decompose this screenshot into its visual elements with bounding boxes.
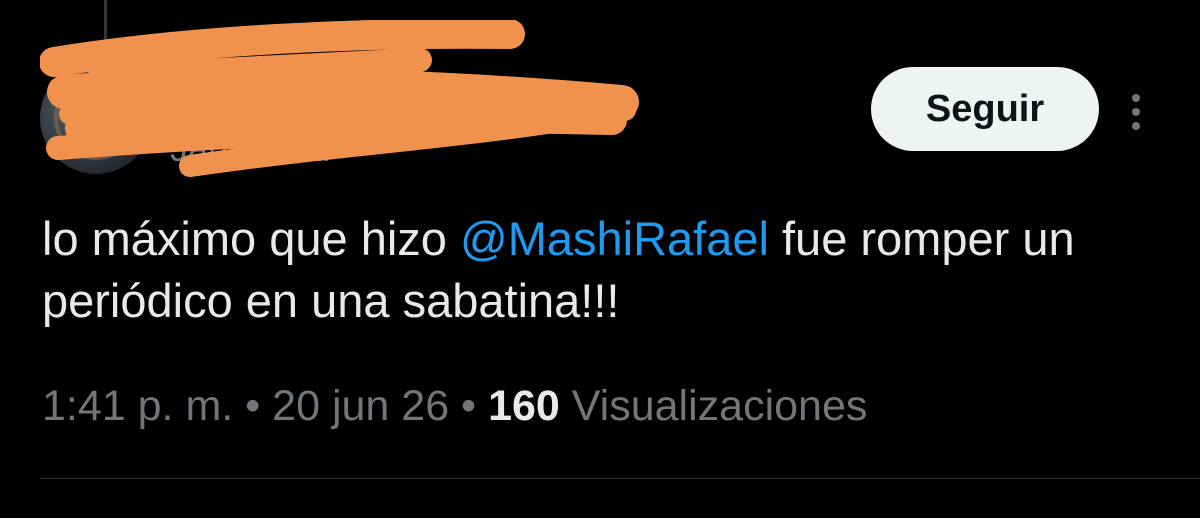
thread-connector-line <box>104 0 107 40</box>
avatar-image <box>54 76 138 160</box>
views-count[interactable]: 160 <box>488 382 560 430</box>
avatar[interactable] <box>40 62 152 174</box>
tweet-text-start: lo máximo que hizo <box>42 212 460 265</box>
tweet-metadata: 1:41 p. m. • 20 jun 26 • 160 Visualizaci… <box>42 382 867 431</box>
follow-button[interactable]: Seguir <box>871 67 1099 151</box>
mention-link[interactable]: @MashiRafael <box>460 212 769 265</box>
meta-separator: • <box>449 382 489 430</box>
divider <box>40 478 1200 479</box>
tweet-time[interactable]: 1:41 p. m. <box>42 382 233 430</box>
author-username[interactable]: JanetYbar <box>170 128 334 170</box>
more-options-button[interactable] <box>1118 82 1154 142</box>
author-display-name[interactable]: iri <box>170 70 208 115</box>
tweet-text: lo máximo que hizo @MashiRafael fue romp… <box>42 208 1162 332</box>
views-label[interactable]: Visualizaciones <box>572 382 868 430</box>
meta-separator: • <box>233 382 273 430</box>
tweet-date[interactable]: 20 jun 26 <box>272 382 449 430</box>
more-vertical-icon <box>1132 94 1140 130</box>
